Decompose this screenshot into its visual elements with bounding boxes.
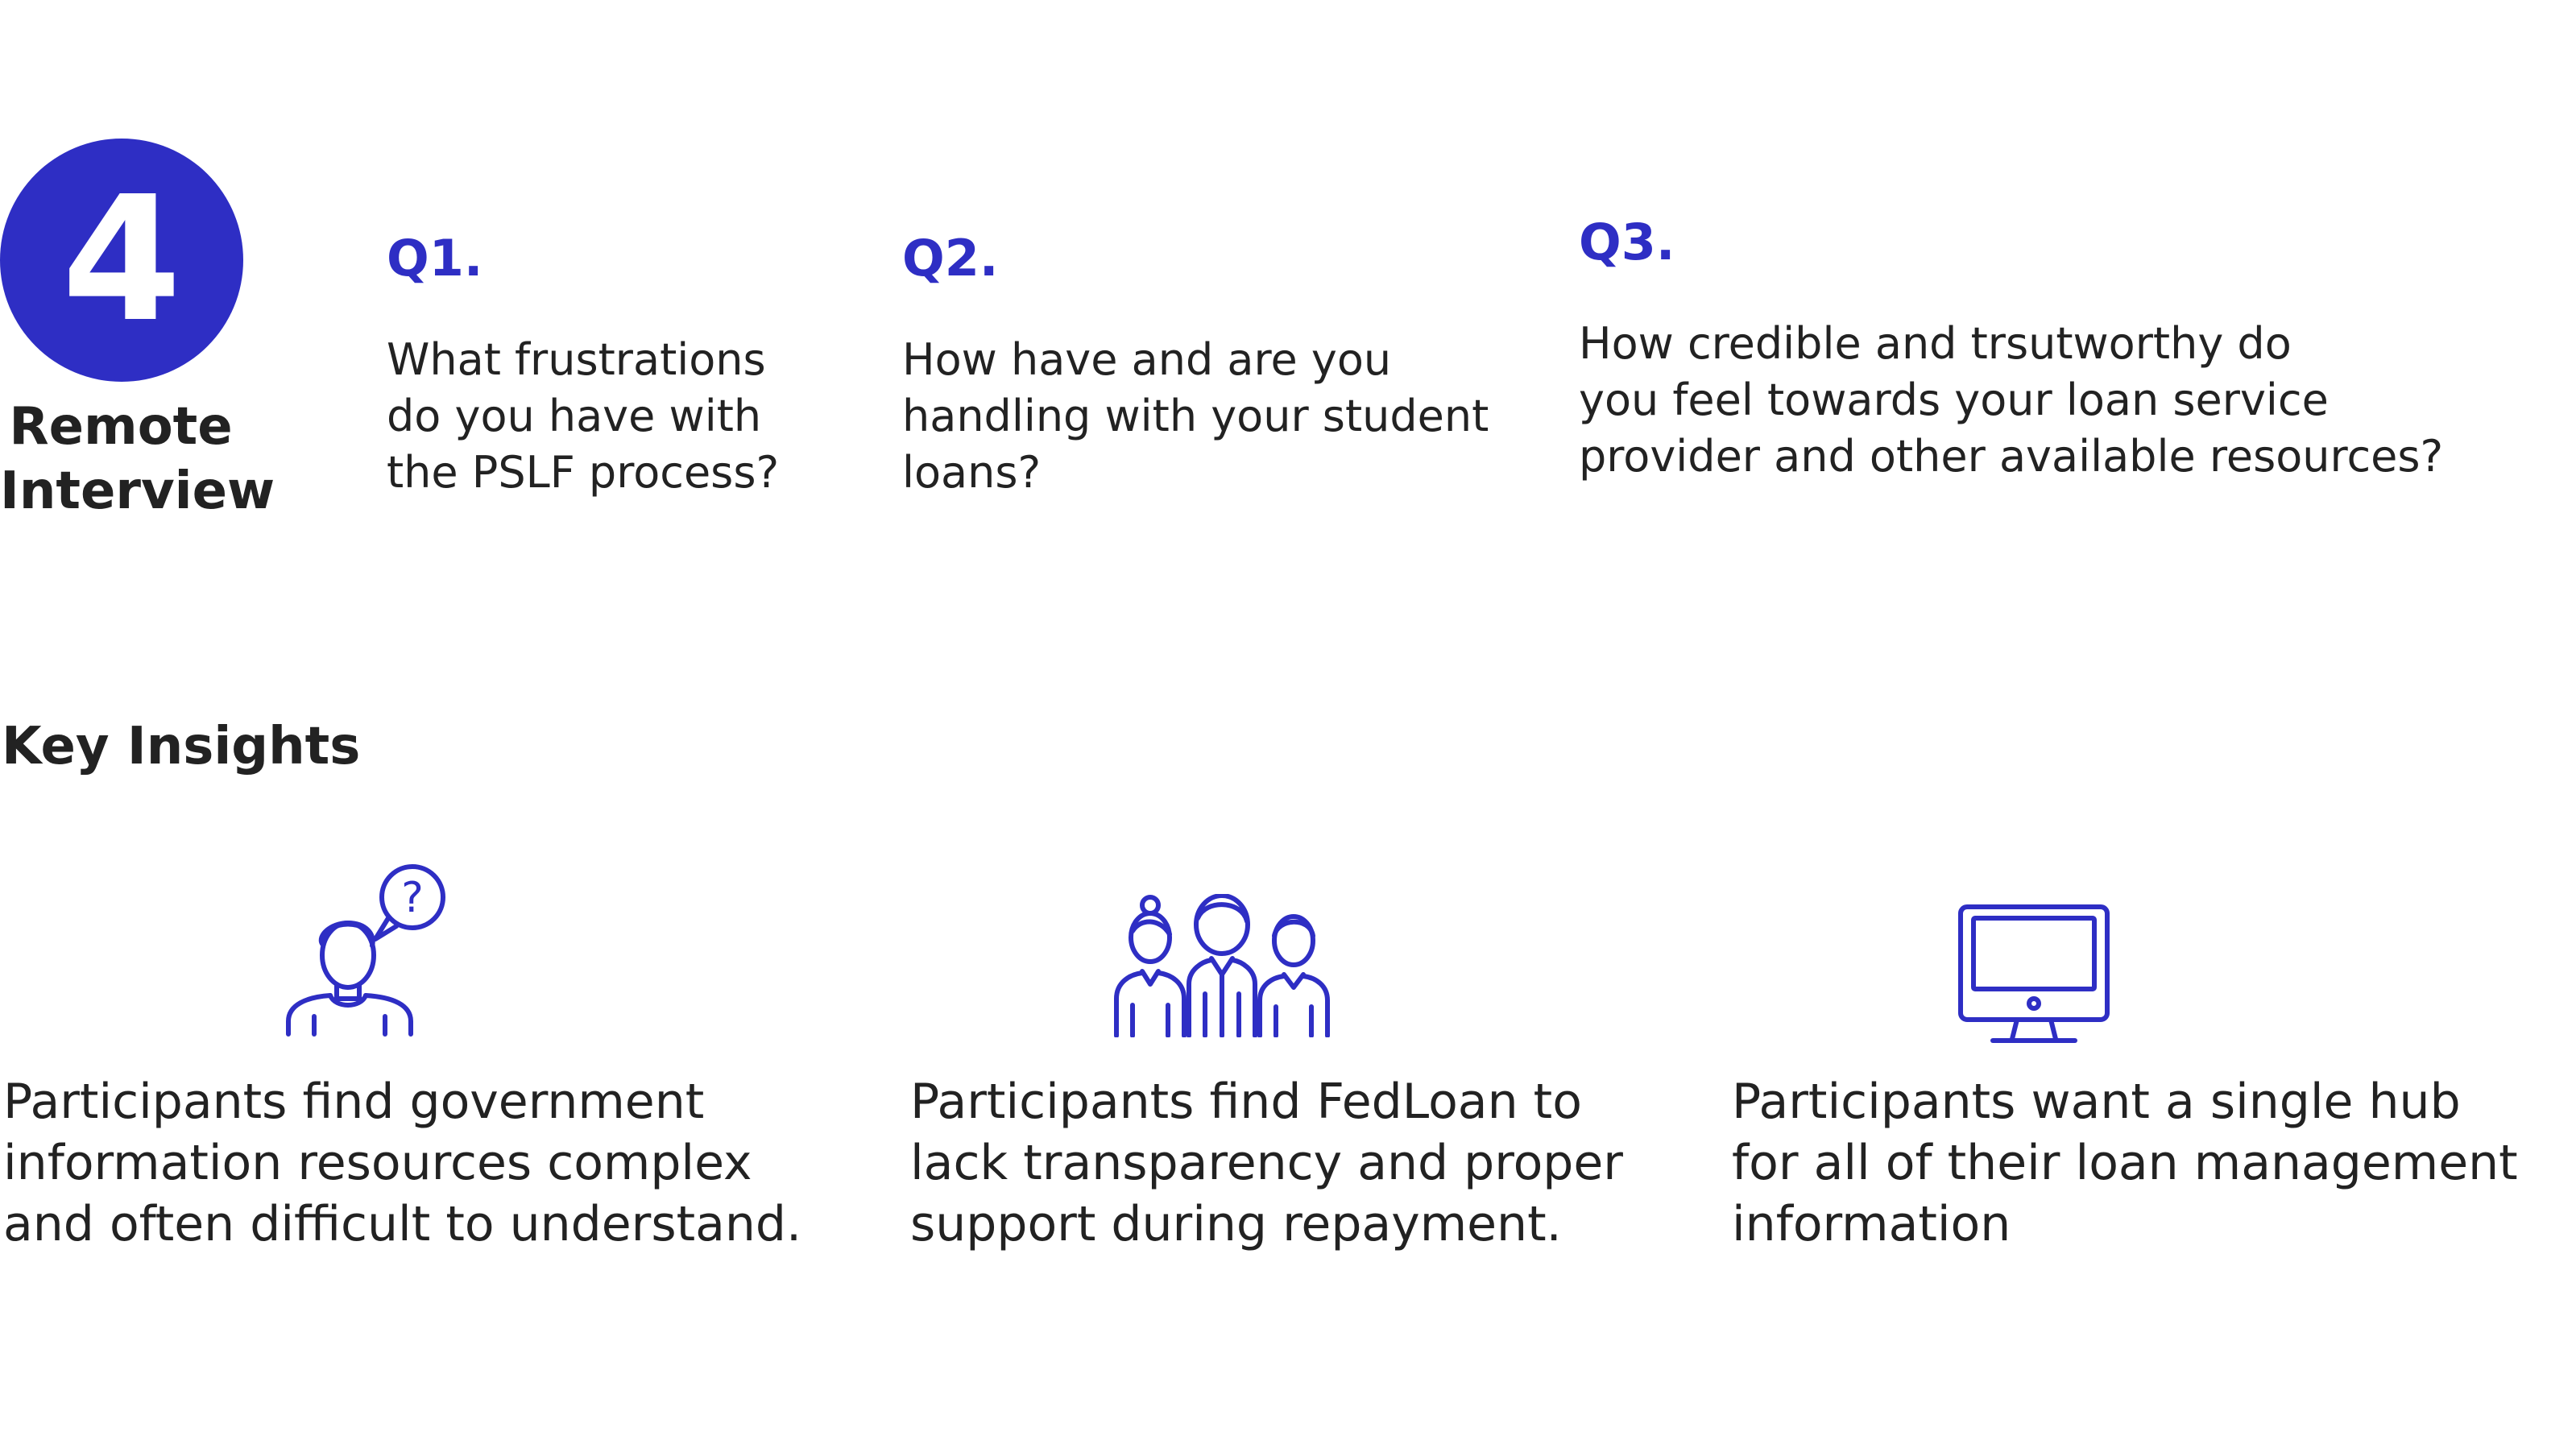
group-of-people-icon <box>1113 894 1331 1037</box>
question-2-label: Q2. <box>902 229 999 288</box>
insight-1-text: Participants find government information… <box>3 1074 802 1252</box>
step-label-line1: Remote <box>9 397 233 457</box>
question-1-text: What frustrations do you have with the P… <box>387 334 780 498</box>
question-1-label: Q1. <box>387 229 483 288</box>
step-label-line2: Interview <box>0 461 275 521</box>
insight-3-text: Participants want a single hub for all o… <box>1732 1074 2518 1252</box>
insight-2-text: Participants find FedLoan to lack transp… <box>910 1074 1623 1252</box>
key-insights-title: Key Insights <box>2 717 361 776</box>
step-number-badge: 4 <box>0 139 243 382</box>
question-2-text: How have and are you handling with your … <box>902 334 1489 498</box>
computer-monitor-icon <box>1957 904 2110 1045</box>
svg-text:?: ? <box>401 874 424 922</box>
question-3-text: How credible and trsutworthy do you feel… <box>1579 318 2444 482</box>
confused-person-icon: ? <box>282 855 451 1037</box>
step-label: Remote Interview <box>0 395 275 523</box>
question-3-label: Q3. <box>1579 213 1675 271</box>
step-number: 4 <box>61 159 182 360</box>
